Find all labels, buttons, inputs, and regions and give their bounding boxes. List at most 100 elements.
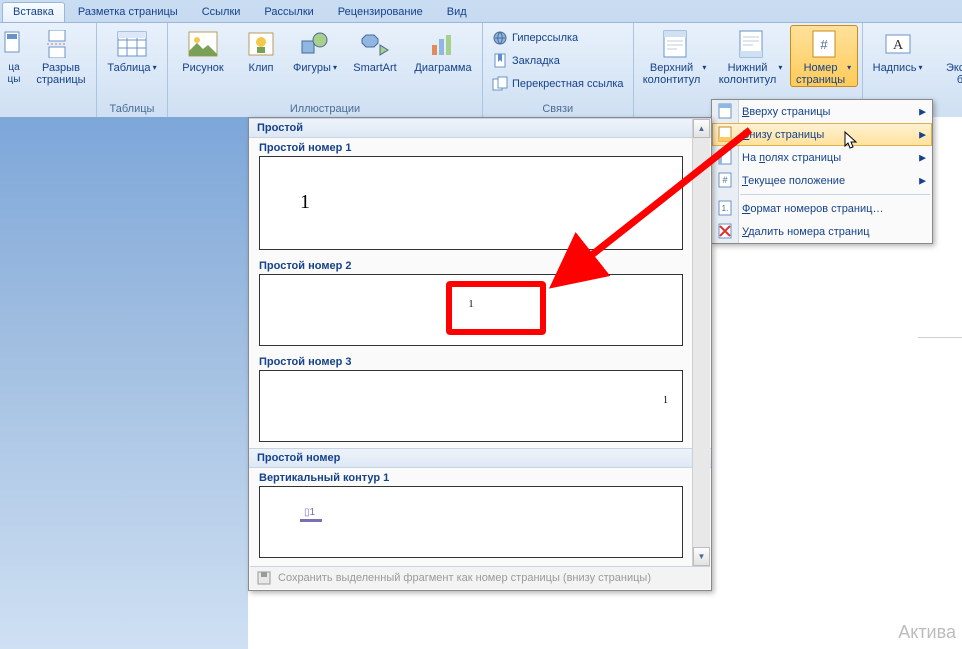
chevron-down-icon: ▾ xyxy=(153,62,157,74)
shapes-button[interactable]: Фигуры▾ xyxy=(288,25,342,87)
crossref-icon xyxy=(492,76,508,92)
group-pages-label xyxy=(0,102,92,117)
crossref-button[interactable]: Перекрестная ссылка xyxy=(487,73,629,95)
cover-page-icon xyxy=(0,28,30,60)
shapes-icon xyxy=(299,28,331,60)
gallery-item-1-title: Простой номер 1 xyxy=(249,138,693,156)
tab-view[interactable]: Вид xyxy=(436,2,478,22)
gallery-item-1-preview[interactable]: 1 xyxy=(259,156,683,250)
submenu-remove-label: Удалить номера страниц xyxy=(742,226,870,238)
hyperlink-icon xyxy=(492,30,508,46)
crossref-label: Перекрестная ссылка xyxy=(512,78,624,90)
scroll-down-button[interactable]: ▼ xyxy=(693,547,710,566)
tab-mailings[interactable]: Рассылки xyxy=(253,2,324,22)
scroll-track[interactable] xyxy=(693,137,710,548)
gallery-header-simple: Простой xyxy=(249,118,711,138)
smartart-label: SmartArt xyxy=(353,62,396,86)
tab-page-layout[interactable]: Разметка страницы xyxy=(67,2,189,22)
page-number-icon: # xyxy=(808,28,840,60)
group-tables: Таблица▾ Таблицы xyxy=(97,23,168,117)
tab-insert[interactable]: Вставка xyxy=(2,2,65,22)
page-number-submenu: Вверху страницы ▶ Внизу страницы ▶ На по… xyxy=(711,99,933,244)
save-selection-icon xyxy=(256,570,272,586)
submenu-arrow-icon: ▶ xyxy=(919,106,926,117)
page-number-label: Номерстраницы▾ xyxy=(796,62,851,86)
svg-text:A: A xyxy=(892,38,903,53)
group-links: Гиперссылка Закладка Перекрестная ссылка… xyxy=(483,23,634,117)
hyperlink-button[interactable]: Гиперссылка xyxy=(487,27,629,49)
gallery-footer[interactable]: Сохранить выделенный фрагмент как номер … xyxy=(250,566,710,589)
activation-watermark: Актива xyxy=(898,622,956,643)
smartart-icon xyxy=(359,28,391,60)
table-label: Таблица▾ xyxy=(107,62,156,86)
clip-button[interactable]: Клип xyxy=(236,25,286,87)
footer-label: Нижнийколонтитул▾ xyxy=(719,62,783,86)
quickparts-button[interactable]: Экспресс-блоки▾ xyxy=(931,25,962,87)
picture-button[interactable]: Рисунок xyxy=(172,25,234,87)
submenu-format-numbers[interactable]: 1. Формат номеров страниц… xyxy=(712,197,932,220)
chevron-down-icon: ▾ xyxy=(333,62,337,74)
page-break-button[interactable]: Разрывстраницы xyxy=(30,25,92,87)
gallery-item-vertical-preview[interactable]: ▯1 xyxy=(259,486,683,558)
textbox-button[interactable]: A Надпись▾ xyxy=(867,25,929,87)
table-icon xyxy=(116,28,148,60)
hyperlink-label: Гиперссылка xyxy=(512,32,578,44)
svg-text:#: # xyxy=(722,175,727,185)
chevron-down-icon: ▾ xyxy=(847,62,851,74)
page-break-label: Разрывстраницы xyxy=(36,62,85,86)
submenu-current-position[interactable]: # Текущее положение ▶ xyxy=(712,169,932,192)
chevron-down-icon: ▾ xyxy=(778,62,782,74)
chart-label: Диаграмма xyxy=(414,62,471,86)
gallery-header-simple-number: Простой номер xyxy=(249,448,711,468)
submenu-format-label: Формат номеров страниц… xyxy=(742,203,883,215)
submenu-arrow-icon: ▶ xyxy=(919,175,926,186)
group-tables-label: Таблицы xyxy=(101,102,163,117)
bookmark-label: Закладка xyxy=(512,55,560,67)
page-break-icon xyxy=(45,28,77,60)
footer-button[interactable]: Нижнийколонтитул▾ xyxy=(714,25,788,87)
group-pages: цацы Разрывстраницы xyxy=(0,23,97,117)
textbox-label: Надпись▾ xyxy=(873,62,923,86)
top-of-page-icon xyxy=(717,103,733,119)
chart-button[interactable]: Диаграмма xyxy=(408,25,478,87)
sample-number-left: 1 xyxy=(300,191,310,214)
cover-page-button[interactable]: цацы xyxy=(0,25,28,87)
gallery-item-3-preview[interactable]: 1 xyxy=(259,370,683,442)
header-label: Верхнийколонтитул▾ xyxy=(643,62,707,86)
submenu-top-label: Вверху страницы xyxy=(742,106,830,118)
bookmark-button[interactable]: Закладка xyxy=(487,50,629,72)
group-links-label: Связи xyxy=(487,102,629,117)
page-number-button[interactable]: # Номерстраницы▾ xyxy=(790,25,858,87)
textbox-icon: A xyxy=(882,28,914,60)
shapes-label: Фигуры▾ xyxy=(293,62,337,86)
tab-review[interactable]: Рецензирование xyxy=(327,2,434,22)
submenu-page-margins[interactable]: На полях страницы ▶ xyxy=(712,146,932,169)
submenu-top-of-page[interactable]: Вверху страницы ▶ xyxy=(712,100,932,123)
smartart-button[interactable]: SmartArt xyxy=(344,25,406,87)
header-icon xyxy=(659,28,691,60)
scroll-up-button[interactable]: ▲ xyxy=(693,119,710,138)
page-edge-line xyxy=(918,337,962,338)
submenu-remove-numbers[interactable]: Удалить номера страниц xyxy=(712,220,932,243)
gallery-scrollbar[interactable]: ▲ ▼ xyxy=(692,119,710,566)
gallery-item-3-title: Простой номер 3 xyxy=(249,352,693,370)
footer-icon xyxy=(735,28,767,60)
page-margins-icon xyxy=(717,149,733,165)
submenu-bottom-of-page[interactable]: Внизу страницы ▶ xyxy=(712,123,932,146)
svg-text:#: # xyxy=(820,37,828,52)
group-illustrations-label: Иллюстрации xyxy=(172,102,478,117)
format-numbers-icon: 1. xyxy=(717,200,733,216)
picture-label: Рисунок xyxy=(182,62,224,86)
gallery-item-2-title: Простой номер 2 xyxy=(249,256,693,274)
header-button[interactable]: Верхнийколонтитул▾ xyxy=(638,25,712,87)
submenu-arrow-icon: ▶ xyxy=(919,129,926,140)
sample-number-right: 1 xyxy=(663,395,668,406)
clip-label: Клип xyxy=(249,62,274,86)
table-button[interactable]: Таблица▾ xyxy=(101,25,163,87)
remove-numbers-icon xyxy=(717,223,733,239)
gallery-footer-label: Сохранить выделенный фрагмент как номер … xyxy=(278,572,651,584)
gallery-item-vertical-title: Вертикальный контур 1 xyxy=(249,468,693,486)
current-position-icon: # xyxy=(717,172,733,188)
chart-icon xyxy=(427,28,459,60)
tab-references[interactable]: Ссылки xyxy=(191,2,252,22)
